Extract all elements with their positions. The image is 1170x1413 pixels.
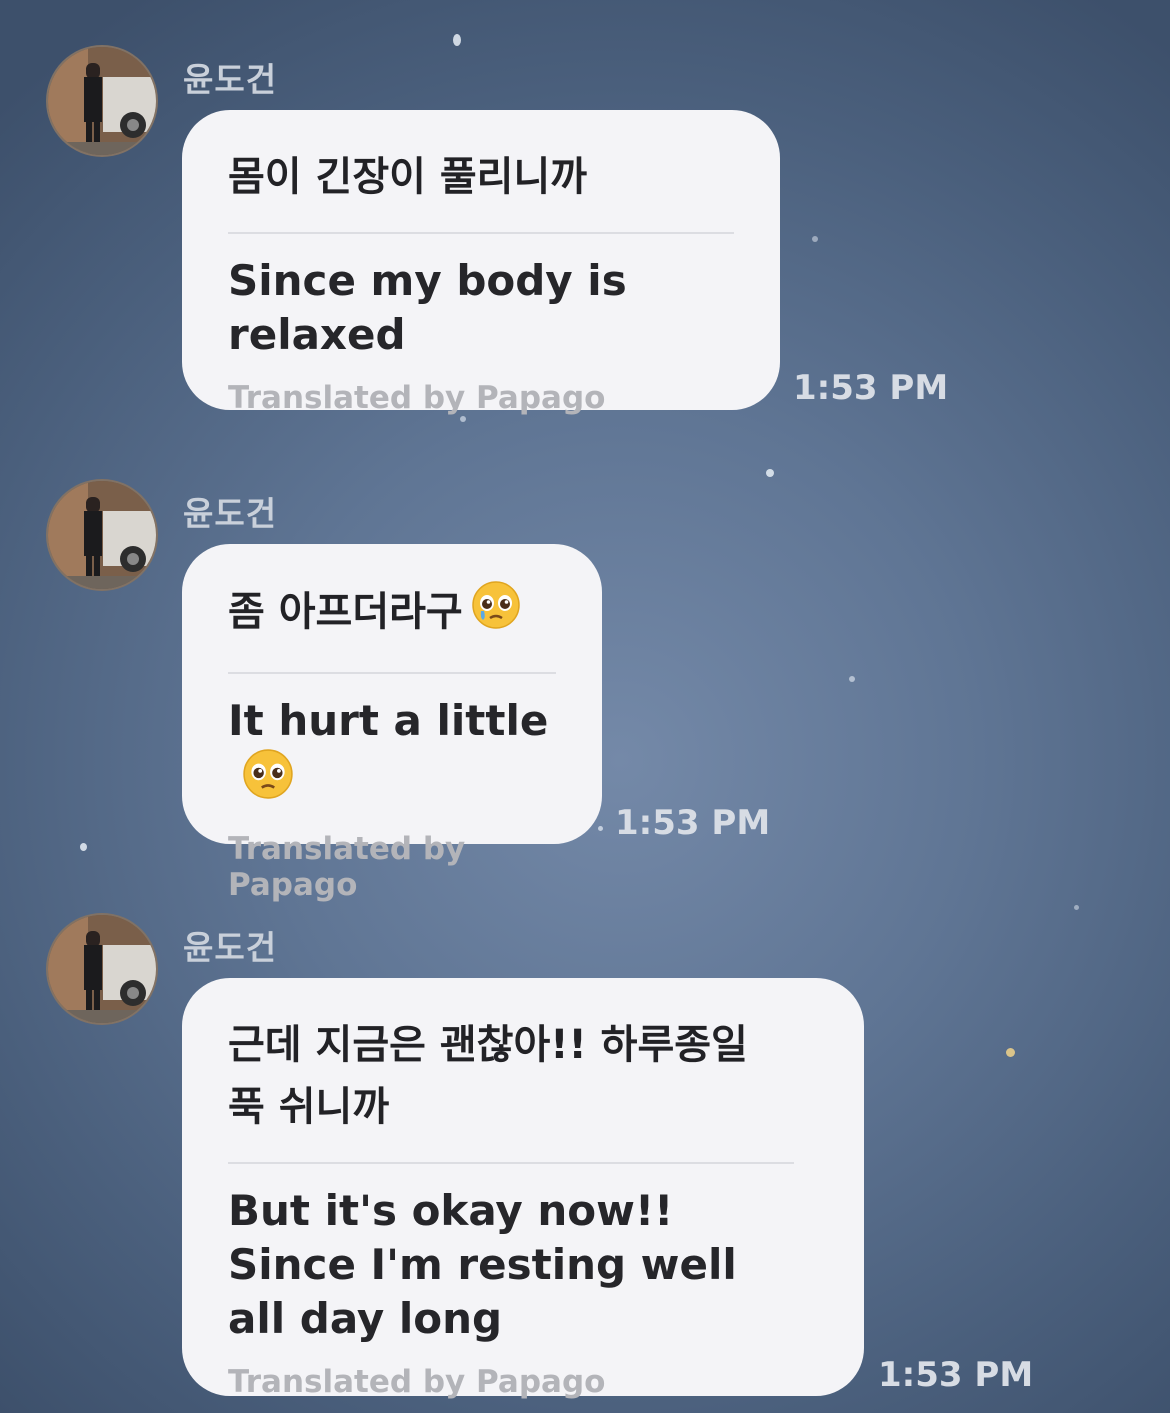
message-time: 1:53 PM [793, 368, 949, 408]
avatar[interactable] [46, 479, 158, 591]
divider [228, 1162, 794, 1164]
message-bubble[interactable]: 근데 지금은 괜찮아!! 하루종일 푹 쉬니까 But it's okay no… [182, 978, 864, 1400]
divider [228, 232, 734, 234]
message-bubble[interactable]: 좀 아프더라구 It hurt a little Translated by P… [182, 544, 602, 903]
original-text-content: 좀 아프더라구 [228, 589, 463, 635]
star-decoration [766, 469, 774, 477]
original-text: 몸이 긴장이 풀리니까 [228, 154, 588, 200]
star-decoration [598, 826, 603, 831]
star-decoration [1006, 1048, 1015, 1057]
translated-text-content: It hurt a little [228, 696, 549, 745]
translation-credit: Translated by Papago [228, 380, 606, 416]
star-decoration [80, 843, 87, 851]
original-text: 근데 지금은 괜찮아!! 하루종일 푹 쉬니까 [228, 1022, 748, 1130]
divider [228, 672, 556, 674]
star-decoration [460, 416, 466, 422]
message-time: 1:53 PM [615, 803, 771, 843]
star-decoration [453, 34, 461, 46]
star-decoration [1074, 905, 1079, 910]
translated-text: But it's okay now!! Since I'm resting we… [228, 1186, 737, 1343]
avatar[interactable] [46, 913, 158, 1025]
message-bubble[interactable]: 몸이 긴장이 풀리니까 Since my body is relaxed Tra… [182, 110, 780, 416]
pleading-face-icon [242, 748, 294, 813]
sender-name: 윤도건 [183, 60, 278, 99]
message-time: 1:53 PM [878, 1355, 1034, 1395]
translated-text: Since my body is relaxed [228, 256, 627, 359]
star-decoration [812, 236, 818, 242]
chat-screen: 윤도건 몸이 긴장이 풀리니까 Since my body is relaxed… [0, 0, 1170, 1413]
pleading-face-tear-icon [471, 580, 521, 648]
avatar[interactable] [46, 45, 158, 157]
original-text: 좀 아프더라구 [228, 580, 556, 648]
translation-credit: Translated by Papago [228, 831, 466, 903]
translated-text: It hurt a little [228, 694, 556, 813]
sender-name: 윤도건 [183, 928, 278, 967]
translation-credit: Translated by Papago [228, 1364, 606, 1400]
star-decoration [849, 676, 855, 682]
sender-name: 윤도건 [183, 494, 278, 533]
